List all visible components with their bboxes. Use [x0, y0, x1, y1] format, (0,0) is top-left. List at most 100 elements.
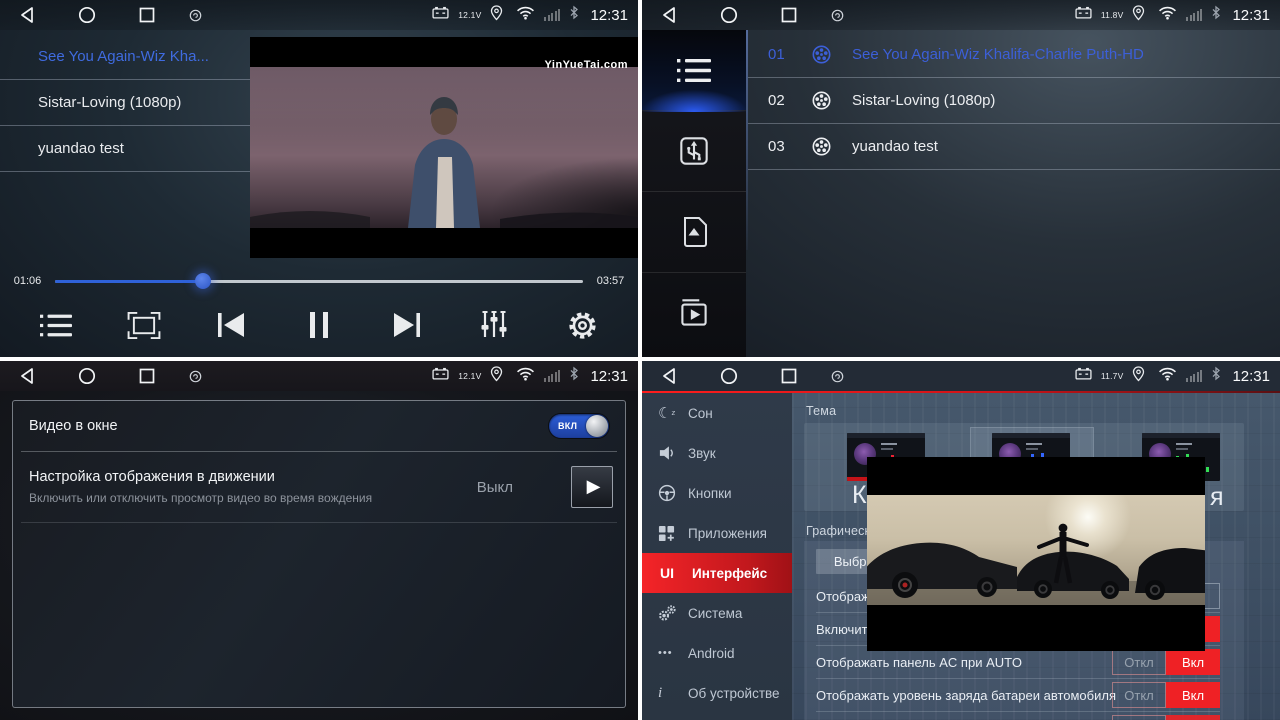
screenshot-icon[interactable]	[826, 4, 848, 26]
playlist-item[interactable]: Sistar-Loving (1080p)	[0, 80, 250, 126]
section-label-theme: Тема	[806, 404, 836, 418]
setting-label: Включит	[816, 622, 868, 637]
play-button[interactable]: ▶	[571, 466, 613, 508]
sidebar-label: Система	[688, 606, 742, 621]
video-playlist: See You Again-Wiz Kha... Sistar-Loving (…	[0, 34, 250, 172]
moon-icon: ☾z	[658, 404, 688, 422]
screenshot-icon[interactable]	[826, 365, 848, 387]
wifi-icon	[1158, 367, 1177, 386]
equalizer-icon[interactable]	[472, 305, 516, 345]
recents-button[interactable]	[136, 4, 158, 26]
sidebar-label: Звук	[688, 446, 716, 461]
car-battery-icon	[432, 367, 449, 385]
playlist-item[interactable]: yuandao test	[0, 126, 250, 172]
setting-row: Отображать уровень заряда батареи автомо…	[804, 679, 1244, 712]
quadrant-video-settings: 12.1V 12:31 Видео в окне ВКЛ Настройка о…	[0, 361, 638, 720]
video-surface[interactable]: YinYueTai.com	[250, 37, 638, 258]
setting-subtitle: Включить или отключить просмотр видео во…	[29, 491, 372, 505]
track-row[interactable]: 02 Sistar-Loving (1080p)	[748, 78, 1280, 124]
letterbox-bottom	[867, 605, 1205, 651]
seek-bar[interactable]	[55, 280, 583, 283]
sidebar-item-about[interactable]: i Об устройстве	[642, 673, 792, 713]
sidebar-item-video[interactable]	[642, 273, 746, 353]
signal-icon	[1186, 370, 1202, 382]
setting-row-motion-display[interactable]: Настройка отображения в движении Включит…	[13, 452, 625, 522]
theme-name-partial: я	[1210, 483, 1224, 512]
floating-video-window[interactable]	[867, 457, 1205, 651]
home-button[interactable]	[718, 365, 740, 387]
active-glow	[642, 90, 746, 112]
settings-panel: Видео в окне ВКЛ Настройка отображения в…	[12, 400, 626, 708]
screenshot-icon[interactable]	[184, 4, 206, 26]
sidebar-label: Интерфейс	[692, 566, 767, 581]
signal-icon	[1186, 9, 1202, 21]
aspect-ratio-icon[interactable]	[122, 305, 166, 345]
home-button[interactable]	[76, 365, 98, 387]
on-button[interactable]: Вкл	[1166, 649, 1220, 675]
gears-icon	[658, 604, 688, 622]
ui-icon: UI	[658, 563, 692, 583]
off-button[interactable]: Откл	[1112, 649, 1166, 675]
location-icon	[1132, 5, 1145, 26]
home-button[interactable]	[76, 4, 98, 26]
back-button[interactable]	[16, 365, 38, 387]
progress-row: 01:06 03:57	[0, 266, 638, 296]
pause-icon[interactable]	[297, 305, 341, 345]
elapsed-time: 01:06	[0, 275, 55, 287]
apps-icon	[658, 525, 688, 542]
seek-thumb[interactable]	[195, 273, 211, 289]
sidebar-item-apps[interactable]: Приложения	[642, 513, 792, 553]
duration-time: 03:57	[583, 275, 638, 287]
back-button[interactable]	[658, 365, 680, 387]
status-bar: 11.7V 12:31	[642, 361, 1280, 391]
sidebar-item-system[interactable]: Система	[642, 593, 792, 633]
screenshot-icon[interactable]	[184, 365, 206, 387]
back-button[interactable]	[16, 4, 38, 26]
track-number: 01	[768, 46, 812, 63]
off-button[interactable]: Откл	[1112, 682, 1166, 708]
video-content	[867, 495, 1205, 605]
sidebar-item-playlist[interactable]	[642, 30, 746, 111]
voltage-text: 12.1V	[458, 371, 481, 381]
next-icon[interactable]	[385, 305, 429, 345]
watermark-text: YinYueTai.com	[544, 59, 628, 71]
recents-button[interactable]	[778, 4, 800, 26]
sidebar-item-sleep[interactable]: ☾z Сон	[642, 393, 792, 433]
usb-icon	[675, 132, 713, 170]
track-title: See You Again-Wiz Khalifa-Charlie Puth-H…	[852, 46, 1144, 63]
cars-scene	[867, 495, 1205, 605]
recents-button[interactable]	[778, 365, 800, 387]
track-row[interactable]: 03 yuandao test	[748, 124, 1280, 170]
home-button[interactable]	[718, 4, 740, 26]
status-bar: 12.1V 12:31	[0, 361, 638, 391]
playlist-icon	[677, 57, 711, 84]
video-in-window-toggle[interactable]: ВКЛ	[549, 414, 609, 438]
recents-button[interactable]	[136, 365, 158, 387]
playlist-icon[interactable]	[34, 305, 78, 345]
settings-gear-icon[interactable]	[560, 305, 604, 345]
bluetooth-icon	[569, 366, 579, 386]
sidebar-item-buttons[interactable]: Кнопки	[642, 473, 792, 513]
thumb-titlebar	[1142, 433, 1220, 438]
playlist-item[interactable]: See You Again-Wiz Kha...	[0, 34, 250, 80]
setting-label: Отображать уровень заряда батареи автомо…	[816, 688, 1116, 703]
back-button[interactable]	[658, 4, 680, 26]
film-reel-icon	[812, 91, 852, 110]
car-battery-icon	[432, 6, 449, 24]
on-button[interactable]	[1166, 715, 1220, 720]
track-row[interactable]: 01 See You Again-Wiz Khalifa-Charlie Put…	[748, 32, 1280, 78]
on-button[interactable]: Вкл	[1166, 682, 1220, 708]
sidebar-label: Android	[688, 646, 735, 661]
sidebar-item-interface[interactable]: UI Интерфейс	[642, 553, 792, 593]
off-button[interactable]	[1112, 715, 1166, 720]
letterbox-top	[867, 457, 1205, 495]
sidebar-item-usb[interactable]	[642, 111, 746, 192]
location-icon	[1132, 366, 1145, 387]
voltage-text: 12.1V	[458, 10, 481, 20]
thumb-titlebar	[992, 433, 1070, 438]
sidebar-item-sound[interactable]: Звук	[642, 433, 792, 473]
previous-icon[interactable]	[209, 305, 253, 345]
thumb-titlebar	[847, 433, 925, 438]
sidebar-item-android[interactable]: ••• Об устройстве Android	[642, 633, 792, 673]
sidebar-item-sdcard[interactable]	[642, 192, 746, 273]
